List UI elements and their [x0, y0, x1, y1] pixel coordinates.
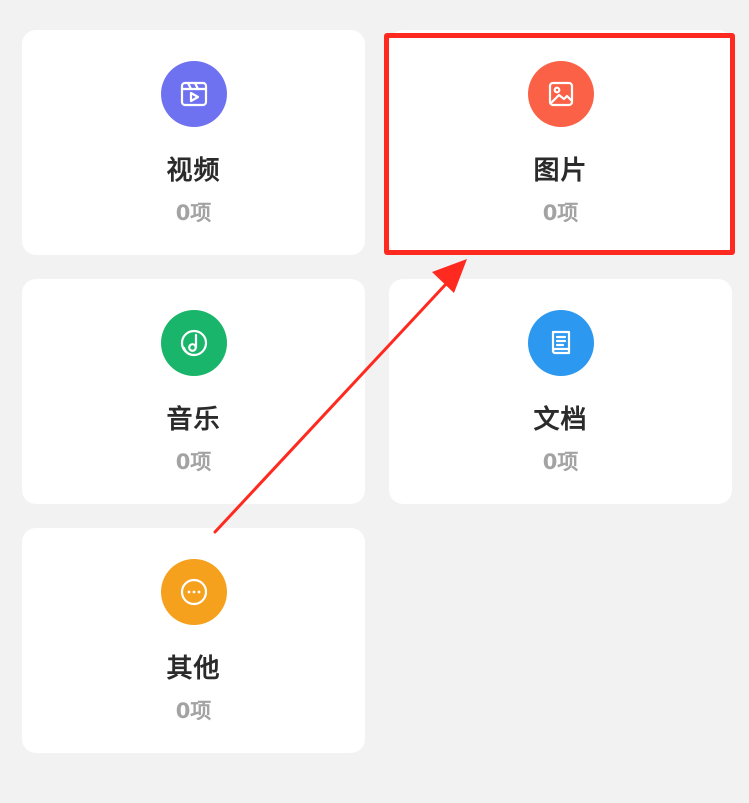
category-card-image[interactable]: 图片 0项	[389, 30, 732, 255]
category-card-other[interactable]: 其他 0项	[22, 528, 365, 753]
category-count: 0项	[542, 201, 579, 225]
category-title: 图片	[533, 156, 588, 186]
category-count: 0项	[175, 201, 212, 225]
category-count: 0项	[542, 450, 579, 474]
category-count: 0项	[175, 450, 212, 474]
category-title: 文档	[533, 405, 588, 435]
more-icon	[160, 559, 227, 625]
category-card-video[interactable]: 视频 0项	[22, 30, 365, 255]
category-count: 0项	[175, 699, 212, 723]
category-title: 其他	[166, 654, 221, 684]
category-card-music[interactable]: 音乐 0项	[22, 279, 365, 504]
video-icon	[160, 61, 227, 127]
category-title: 视频	[166, 156, 221, 186]
category-grid: 视频 0项 图片 0项 音乐 0项 文档 0项 其他 0项	[0, 0, 749, 803]
music-icon	[160, 310, 227, 376]
document-icon	[527, 310, 594, 376]
category-title: 音乐	[166, 405, 221, 435]
image-icon	[527, 61, 594, 127]
category-card-document[interactable]: 文档 0项	[389, 279, 732, 504]
